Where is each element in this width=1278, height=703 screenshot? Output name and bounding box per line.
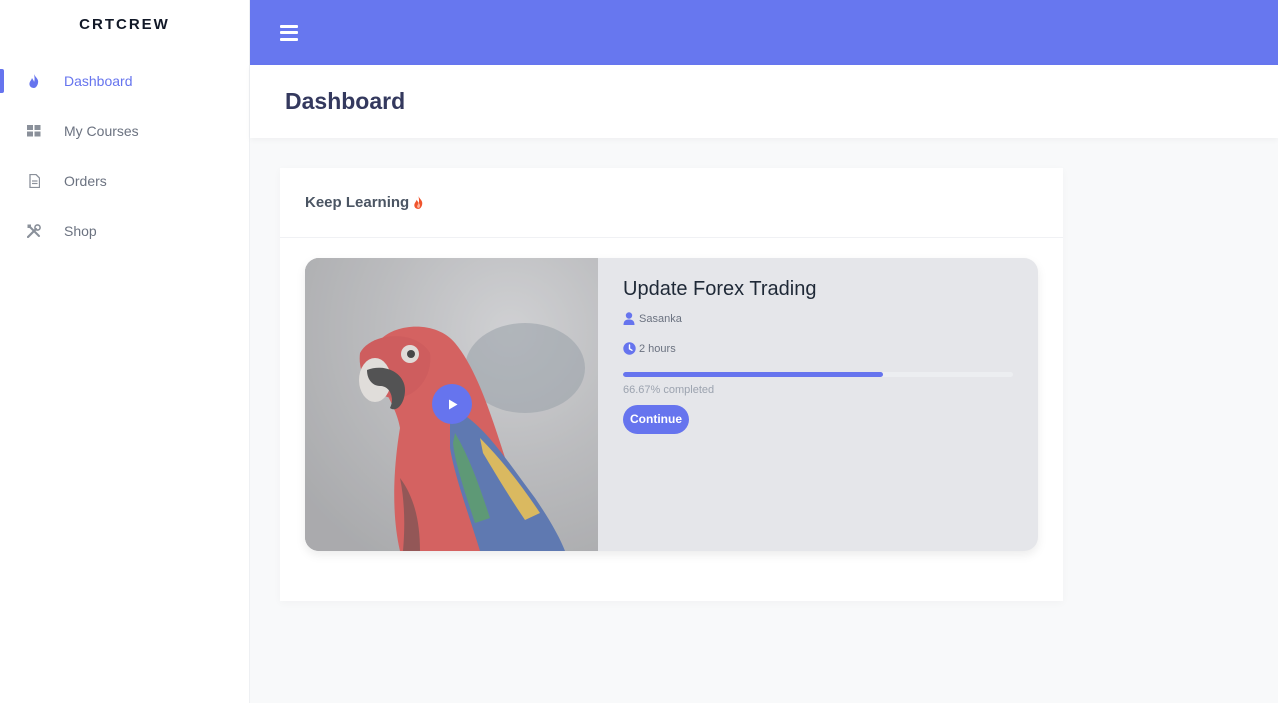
progress-label: 66.67% completed (623, 384, 715, 396)
keep-learning-card: Keep Learning Update Forex Trading Sasan… (280, 168, 1063, 601)
card-header: Keep Learning (280, 168, 1063, 238)
sidebar-nav: Dashboard My Courses Orders Shop (0, 56, 249, 256)
course-item: Update Forex Trading Sasanka 2 hours 66.… (305, 258, 1038, 551)
sidebar-item-orders[interactable]: Orders (0, 156, 249, 206)
author-name: Sasanka (639, 312, 682, 325)
sidebar-item-dashboard[interactable]: Dashboard (0, 56, 249, 106)
course-info: Update Forex Trading Sasanka 2 hours 66.… (623, 258, 1013, 434)
clock-icon (623, 342, 636, 355)
course-duration: 2 hours (623, 342, 1013, 355)
sidebar-item-label: Dashboard (64, 73, 133, 89)
sidebar-item-label: My Courses (64, 123, 139, 139)
course-author: Sasanka (623, 312, 1013, 325)
duration-text: 2 hours (639, 342, 676, 355)
sidebar-item-shop[interactable]: Shop (0, 206, 249, 256)
top-navbar (250, 0, 1278, 65)
fire-icon (413, 196, 424, 209)
progress-fill (623, 372, 883, 377)
continue-button[interactable]: Continue (623, 405, 689, 434)
sidebar-item-my-courses[interactable]: My Courses (0, 106, 249, 156)
brand-logo[interactable]: CRTCREW (0, 0, 249, 48)
hamburger-menu-icon[interactable] (280, 24, 298, 41)
sidebar-item-label: Orders (64, 173, 107, 189)
grid-icon (26, 123, 42, 139)
course-title[interactable]: Update Forex Trading (623, 278, 1013, 301)
sidebar: CRTCREW Dashboard My Courses Orders Shop (0, 0, 250, 703)
sidebar-item-label: Shop (64, 223, 97, 239)
card-title: Keep Learning (305, 194, 410, 211)
play-button[interactable] (432, 384, 472, 424)
page-title: Dashboard (285, 88, 406, 114)
app: CRTCREW Dashboard My Courses Orders Shop… (0, 0, 1278, 703)
tools-icon (26, 223, 42, 239)
course-progress-bar (623, 372, 1013, 377)
user-icon (623, 312, 636, 325)
fire-icon (26, 73, 42, 89)
document-icon (26, 173, 42, 189)
play-icon (448, 399, 457, 409)
course-thumbnail[interactable] (305, 258, 598, 551)
page-header: Dashboard (250, 65, 1278, 138)
